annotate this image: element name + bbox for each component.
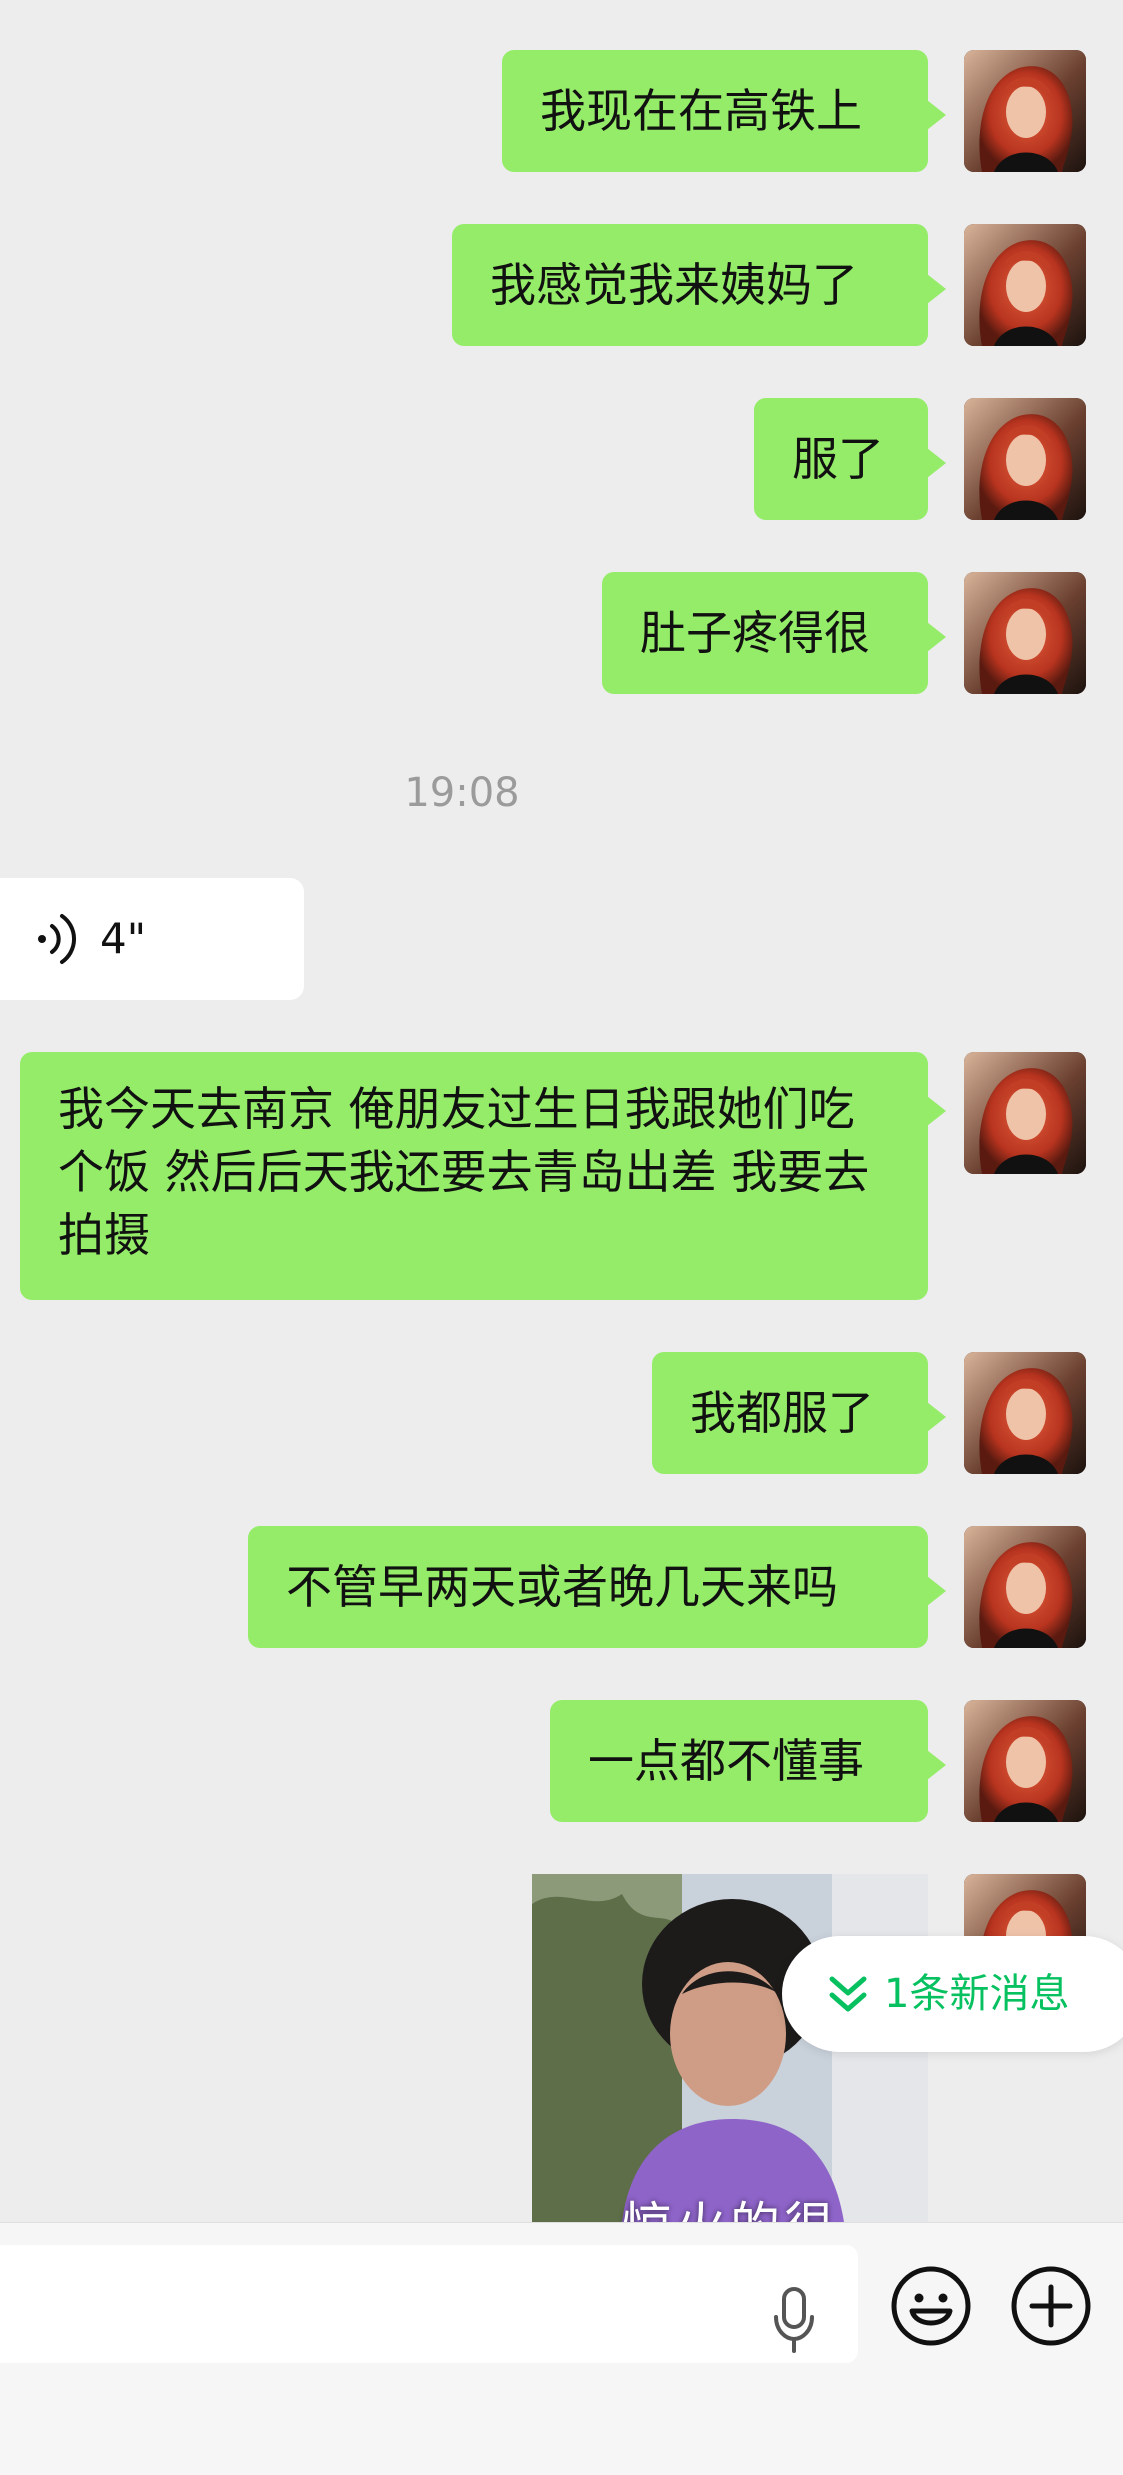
plus-icon[interactable]: [1010, 2265, 1092, 2347]
timestamp: 19:08: [404, 770, 520, 816]
avatar[interactable]: [964, 1352, 1086, 1474]
voice-message-bubble[interactable]: 4": [0, 878, 304, 1000]
avatar[interactable]: [964, 1052, 1086, 1174]
avatar[interactable]: [964, 224, 1086, 346]
message-bubble[interactable]: 肚子疼得很: [602, 572, 946, 694]
input-bar: [0, 2222, 1123, 2475]
avatar[interactable]: [964, 398, 1086, 520]
avatar[interactable]: [964, 50, 1086, 172]
message-bubble[interactable]: 我都服了: [652, 1352, 946, 1474]
message-bubble[interactable]: 服了: [754, 398, 946, 520]
new-message-text: 1条新消息: [884, 1971, 1070, 2017]
message-input[interactable]: [0, 2245, 858, 2363]
microphone-icon[interactable]: [770, 2287, 818, 2355]
message-text: 我都服了: [690, 1386, 874, 1440]
message-bubble[interactable]: 不管早两天或者晚几天来吗: [248, 1526, 946, 1648]
avatar[interactable]: [964, 1526, 1086, 1648]
message-text: 我今天去南京 俺朋友过生日我跟她们吃个饭 然后后天我还要去青岛出差 我要去拍摄: [58, 1082, 870, 1262]
voice-wave-icon: [38, 914, 76, 964]
avatar[interactable]: [964, 1700, 1086, 1822]
message-text: 服了: [792, 432, 884, 486]
emoji-icon[interactable]: [890, 2265, 972, 2347]
message-bubble[interactable]: 一点都不懂事: [550, 1700, 946, 1822]
new-message-indicator[interactable]: 1条新消息: [782, 1936, 1123, 2052]
message-bubble[interactable]: 我现在在高铁上: [502, 50, 946, 172]
avatar[interactable]: [964, 572, 1086, 694]
double-chevron-down-icon: [828, 1974, 868, 2016]
sticker-caption: 惊火的很: [532, 2186, 928, 2222]
message-text: 我现在在高铁上: [540, 84, 862, 138]
voice-duration: 4": [100, 914, 147, 963]
message-text: 肚子疼得很: [640, 606, 870, 660]
message-bubble[interactable]: 我今天去南京 俺朋友过生日我跟她们吃个饭 然后后天我还要去青岛出差 我要去拍摄: [20, 1052, 946, 1300]
message-text: 我感觉我来姨妈了: [490, 258, 858, 312]
message-text: 不管早两天或者晚几天来吗: [286, 1560, 838, 1614]
message-bubble[interactable]: 我感觉我来姨妈了: [452, 224, 946, 346]
message-text: 一点都不懂事: [588, 1734, 864, 1788]
